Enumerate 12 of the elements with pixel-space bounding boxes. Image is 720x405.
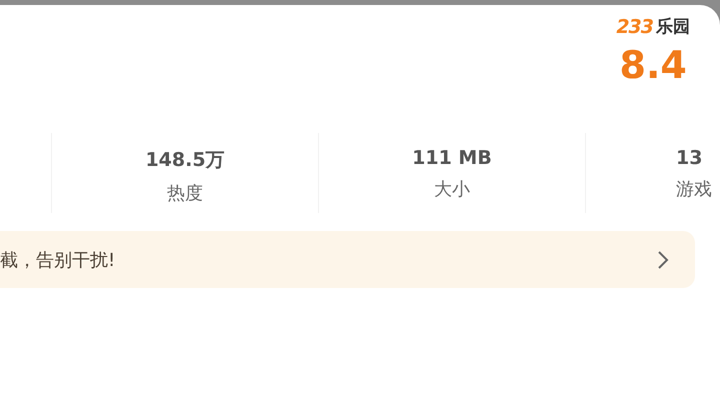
brand-number: 233	[616, 16, 653, 38]
stat-value: 148.5万	[145, 148, 225, 173]
chevron-icon	[657, 250, 669, 270]
banner-text: 截，告别干扰!	[0, 248, 116, 272]
stat-value: 111 MB	[412, 147, 492, 169]
stat-value: 13	[676, 147, 702, 169]
stat-label: 游戏	[676, 178, 712, 201]
rating-score: 8.4	[620, 46, 687, 84]
notice-banner[interactable]: 截，告别干扰!	[0, 231, 695, 288]
stat-label: 大小	[434, 178, 470, 201]
stat-label: 热度	[167, 182, 203, 205]
brand-name: 乐园	[656, 16, 690, 38]
